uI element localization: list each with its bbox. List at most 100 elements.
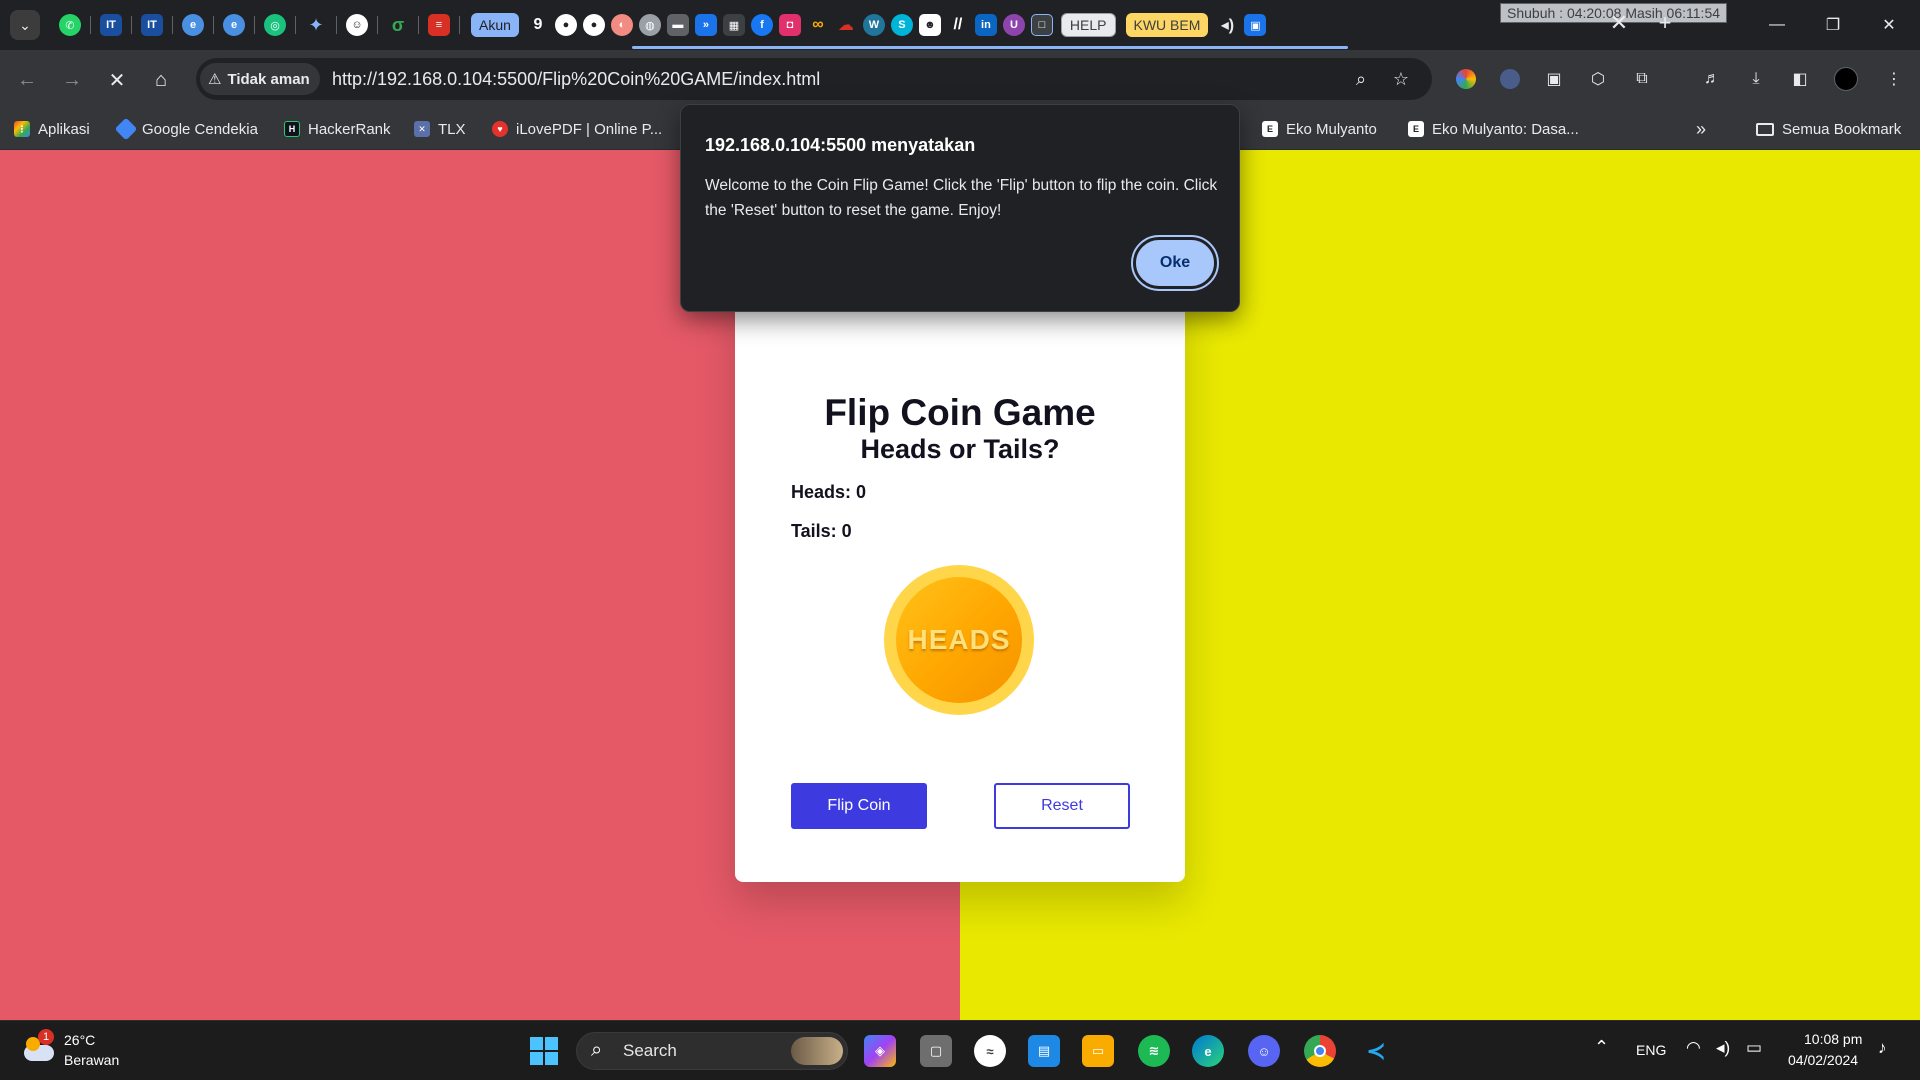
app-tab-icon[interactable]: ◐ [610,14,633,36]
security-chip[interactable]: ⚠ Tidak aman [200,63,320,95]
vscode-icon[interactable]: ≺ [1360,1035,1392,1067]
new-tab-button[interactable]: + [1652,10,1678,36]
flip-coin-button[interactable]: Flip Coin [791,783,927,829]
whatsapp-tab-icon[interactable]: ✆ [59,14,81,36]
bookmark-eko-mulyanto-dasar[interactable]: E Eko Mulyanto: Dasa... [1408,116,1579,142]
battery-icon[interactable]: ▭ [1746,1038,1762,1058]
bookmark-all-bookmarks[interactable]: Semua Bookmark [1756,116,1901,142]
download-icon[interactable]: ⤓ [1742,65,1770,93]
bookmark-tlx[interactable]: ✕ TLX [414,116,466,142]
tray-chevron-up-icon[interactable]: ⌃ [1594,1037,1609,1058]
address-bar[interactable]: ⚠ Tidak aman http://192.168.0.104:5500/F… [196,58,1432,100]
reset-button[interactable]: Reset [994,783,1130,829]
nine-tab-icon[interactable]: 9 [527,14,549,36]
grid-tab-icon[interactable]: ▦ [722,14,745,36]
square-tab-icon[interactable]: □ [1030,14,1053,36]
extension-window-icon[interactable]: ▣ [1540,65,1568,93]
its-tab-icon[interactable]: IT [100,14,122,36]
media-control-icon[interactable]: ♬ [1698,65,1726,93]
tab-help[interactable]: HELP [1060,13,1116,37]
github-tab-icon[interactable]: ● [582,14,605,36]
bookmark-star-icon[interactable]: ☆ [1386,64,1416,94]
notification-bell-icon[interactable]: ♪ [1878,1038,1887,1058]
facebook-tab-icon[interactable]: f [750,14,773,36]
cloud-tab-icon[interactable]: ☁ [835,14,857,36]
zoom-icon[interactable]: ⌕ [1346,64,1376,94]
infinity-tab-icon[interactable]: ∞ [807,14,829,36]
speaker-tab-icon[interactable]: ◂) [1216,14,1238,36]
its-tab-icon[interactable]: IT [141,14,163,36]
instagram-tab-icon[interactable]: ◘ [778,14,801,36]
language-indicator[interactable]: ENG [1636,1042,1666,1058]
clock-date[interactable]: 04/02/2024 [1788,1052,1858,1068]
windows-start-icon[interactable] [528,1035,560,1067]
eko-icon: E [1262,121,1278,137]
wifi-icon[interactable]: ◠ [1686,1038,1701,1058]
bookmark-label: Eko Mulyanto: Dasa... [1432,120,1579,138]
search-highlight-image [791,1037,843,1065]
weather-cloud-icon[interactable]: 1 [22,1029,56,1067]
tab-kwu-bem[interactable]: KWU BEM [1125,13,1209,37]
taskbar-search[interactable]: ⌕ Search [576,1032,848,1070]
chat-tab-icon[interactable]: ☻ [918,14,941,36]
teal-tab-icon[interactable]: S [890,14,913,36]
home-button[interactable]: ⌂ [144,63,178,97]
clock-time[interactable]: 10:08 pm [1804,1031,1862,1047]
tab-search-button[interactable]: ⌄ [10,10,40,40]
spotify-icon[interactable]: ≋ [1138,1035,1170,1067]
classroom-tab-icon[interactable]: e [223,14,245,36]
bookmark-label: iLovePDF | Online P... [516,120,663,138]
browser-menu-icon[interactable]: ⋮ [1880,65,1908,93]
red-app-tab-icon[interactable]: ≡ [428,14,450,36]
edge-icon[interactable]: e [1192,1035,1224,1067]
site-tab-icon[interactable]: ▬ [666,14,689,36]
profile-tab-icon[interactable]: ☺ [346,14,368,36]
forward-button[interactable]: → [55,63,89,97]
tab-separator [418,16,419,34]
bookmark-apps[interactable]: ⋮ Aplikasi [14,116,90,142]
stop-loading-button[interactable]: ✕ [100,63,134,97]
widgets-icon[interactable]: ▤ [1028,1035,1060,1067]
gemini-tab-icon[interactable]: ✦ [305,14,327,36]
task-view-icon[interactable]: ▢ [920,1035,952,1067]
more-bookmarks-chevron-icon[interactable]: » [1696,116,1706,142]
chrome-icon[interactable] [1304,1035,1336,1067]
ok-button[interactable]: Oke [1131,235,1219,291]
sigma-tab-icon[interactable]: σ [387,14,409,36]
extension-hex-icon[interactable]: ⬡ [1584,65,1612,93]
active-tab-indicator [632,46,1348,49]
globe-tab-icon[interactable]: ◍ [638,14,661,36]
extension-colorful-icon[interactable] [1452,65,1480,93]
bookmark-ilovepdf[interactable]: ♥ iLovePDF | Online P... [492,116,662,142]
linkedin-tab-icon[interactable]: in [974,14,997,36]
minimize-button[interactable]: — [1754,10,1800,40]
profile-avatar[interactable] [1832,65,1860,93]
back-button[interactable]: ← [10,63,44,97]
volume-icon[interactable]: ◂) [1716,1038,1730,1058]
restore-button[interactable]: ❐ [1810,10,1856,40]
tab-akun[interactable]: Akun [471,13,519,37]
purple-tab-icon[interactable]: U [1002,14,1025,36]
close-window-button[interactable]: ✕ [1866,10,1912,40]
wordpress-tab-icon[interactable]: W [862,14,885,36]
messenger-icon[interactable]: ≈ [974,1035,1006,1067]
bookmark-hackerrank[interactable]: H HackerRank [284,116,391,142]
active-tab-icon[interactable]: ▣ [1244,14,1267,36]
extension-cursor-icon[interactable] [1496,65,1524,93]
file-explorer-icon[interactable]: ▭ [1082,1035,1114,1067]
discord-icon[interactable]: ☺ [1248,1035,1280,1067]
copilot-icon[interactable]: ◈ [864,1035,896,1067]
close-tab-icon[interactable]: ✕ [1606,10,1632,36]
blue-tab-icon[interactable]: » [694,14,717,36]
slash-tab-icon[interactable]: // [947,14,969,36]
game-subtitle: Heads or Tails? [860,434,1060,464]
windows-taskbar: 1 26°C Berawan ⌕ Search ◈ ▢ ≈ ▤ ▭ ≋ e ☺ … [0,1020,1920,1080]
side-panel-icon[interactable]: ◧ [1786,65,1814,93]
bookmark-google-scholar[interactable]: Google Cendekia [114,116,258,142]
chatgpt-tab-icon[interactable]: ◎ [264,14,286,36]
github-tab-icon[interactable]: ● [554,14,577,36]
url-text[interactable]: http://192.168.0.104:5500/Flip%20Coin%20… [332,58,820,100]
extensions-puzzle-icon[interactable]: ⧉ [1628,65,1656,93]
classroom-tab-icon[interactable]: e [182,14,204,36]
bookmark-eko-mulyanto[interactable]: E Eko Mulyanto [1262,116,1377,142]
